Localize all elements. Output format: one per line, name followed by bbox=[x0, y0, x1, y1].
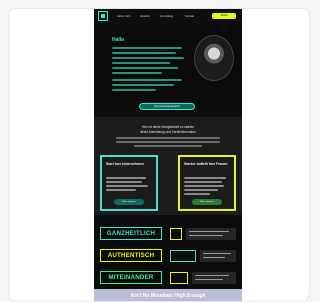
section-text-line bbox=[116, 141, 220, 143]
value-description bbox=[200, 250, 236, 262]
offer-button[interactable]: Mehr erfahren bbox=[192, 199, 222, 205]
offer-title: Starker Auftritt fuer Frauen bbox=[184, 162, 228, 166]
offer-text-line bbox=[106, 189, 136, 191]
value-description bbox=[186, 228, 236, 240]
offer-button[interactable]: Mehr erfahren bbox=[114, 199, 144, 205]
nav-link-about[interactable]: Ueber mich bbox=[117, 14, 130, 19]
offer-text-line bbox=[106, 181, 142, 183]
site-header: Ueber mich Angebot Anmeldung Kontakt Ter… bbox=[94, 9, 242, 25]
offer-card-women[interactable]: Starker Auftritt fuer Frauen Mehr erfahr… bbox=[178, 155, 236, 211]
hero-text-line bbox=[112, 52, 176, 54]
nav-link-signup[interactable]: Anmeldung bbox=[160, 14, 173, 19]
offer-title: Start fuer Unternehmen bbox=[106, 162, 144, 166]
offer-text-line bbox=[184, 177, 226, 179]
value-miteinander: MITEINANDER bbox=[100, 271, 162, 284]
section-subheading: direkt Anmeldung und Vorabinformation bbox=[140, 130, 196, 134]
logo-icon[interactable] bbox=[98, 11, 108, 21]
value-square bbox=[170, 250, 196, 262]
avatar bbox=[194, 35, 234, 81]
hero-cta-button[interactable]: Kennenlerngespraech bbox=[139, 103, 195, 110]
section-text-line bbox=[134, 145, 202, 147]
nav-link-contact[interactable]: Kontakt bbox=[185, 14, 194, 19]
value-square bbox=[170, 228, 182, 240]
offer-text-line bbox=[106, 185, 148, 187]
hero-text-line bbox=[112, 57, 184, 59]
hero-text-line bbox=[112, 62, 170, 64]
hero-text-line bbox=[112, 72, 162, 74]
hero-text-line bbox=[112, 89, 156, 91]
offer-card-companies[interactable]: Start fuer Unternehmen Mehr erfahren bbox=[100, 155, 158, 211]
preview-card: Ueber mich Angebot Anmeldung Kontakt Ter… bbox=[8, 8, 310, 302]
hero-text-line bbox=[112, 79, 182, 81]
section-text-line bbox=[116, 137, 220, 139]
value-description bbox=[192, 272, 236, 284]
header-cta-button[interactable]: Termin bbox=[212, 13, 236, 19]
offer-text-line bbox=[184, 189, 218, 191]
value-ganzheitlich: GANZHEITLICH bbox=[100, 227, 162, 240]
hero-text-line bbox=[112, 84, 174, 86]
website-preview: Ueber mich Angebot Anmeldung Kontakt Ter… bbox=[94, 9, 242, 301]
nav-link-offer[interactable]: Angebot bbox=[140, 14, 150, 19]
value-authentisch: AUTHENTISCH bbox=[100, 249, 162, 262]
offer-text-line bbox=[106, 177, 146, 179]
section-heading: Hier ist deine Moeglichkeit zu starten bbox=[141, 125, 195, 129]
value-square bbox=[170, 272, 188, 284]
footer-banner: Ain't No Mountain High Enough bbox=[94, 289, 242, 301]
hero-title: Hallo bbox=[112, 37, 125, 43]
hero-text-line bbox=[112, 67, 178, 69]
offer-text-line bbox=[184, 181, 222, 183]
hero-text-line bbox=[112, 47, 182, 49]
offer-text-line bbox=[184, 185, 224, 187]
offer-text-line bbox=[184, 193, 210, 195]
